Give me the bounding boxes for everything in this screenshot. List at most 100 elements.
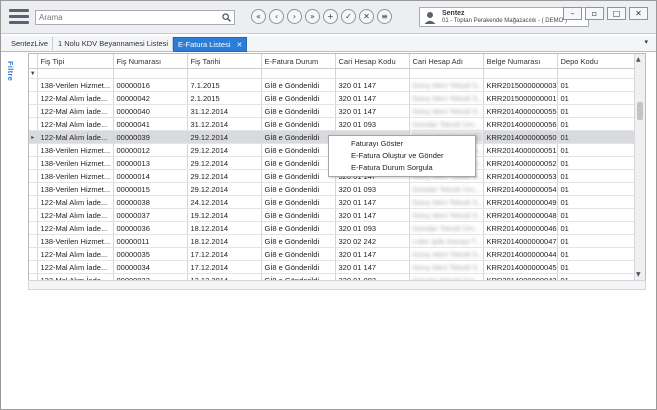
table-cell[interactable]: 00000040 (113, 104, 188, 118)
table-cell[interactable]: Gündar Tekstil Ürn... (409, 117, 484, 131)
table-cell[interactable]: 320 01 147 (335, 260, 410, 274)
table-cell[interactable]: Gİ8 e Gönderildi (261, 247, 336, 261)
table-cell[interactable]: 122-Mal Alım İade... (37, 91, 114, 105)
table-cell[interactable]: 138-Verilen Hizmet... (37, 156, 114, 170)
column-filter-cell[interactable] (261, 68, 336, 79)
table-cell[interactable]: 01 (557, 260, 645, 274)
scroll-up-icon[interactable]: ▲ (636, 56, 641, 63)
menu-item-show-invoice[interactable]: Faturayı Göster (351, 139, 403, 148)
table-cell[interactable]: 138-Verilen Hizmet... (37, 143, 114, 157)
table-cell[interactable]: 00000016 (113, 78, 188, 92)
hamburger-menu-icon[interactable] (9, 8, 29, 26)
column-header[interactable]: Cari Hesap Kodu (335, 54, 410, 69)
table-cell[interactable]: 00000013 (113, 156, 188, 170)
table-cell[interactable]: 29.12.2014 (187, 169, 262, 183)
table-cell[interactable]: 29.12.2014 (187, 182, 262, 196)
table-cell[interactable]: Genç Mert Tekstil S... (409, 208, 484, 222)
maximize-icon[interactable]: □ (607, 7, 626, 20)
table-cell[interactable]: KRR2014000000049 (483, 195, 558, 209)
table-cell[interactable]: Gİ8 e Gönderildi (261, 221, 336, 235)
table-cell[interactable]: 122-Mal Alım İade... (37, 104, 114, 118)
table-cell[interactable]: 320 01 093 (335, 117, 410, 131)
table-cell[interactable]: KRR2014000000044 (483, 247, 558, 261)
table-cell[interactable]: Genç Mert Tekstil S... (409, 91, 484, 105)
table-cell[interactable]: Gİ8 e Gönderildi (261, 143, 336, 157)
list-menu-icon[interactable]: ≡ (377, 9, 392, 24)
table-cell[interactable]: 320 02 242 (335, 234, 410, 248)
table-cell[interactable]: KRR2014000000053 (483, 169, 558, 183)
table-cell[interactable]: 18.12.2014 (187, 221, 262, 235)
vertical-scrollbar[interactable]: ▲ ▼ (634, 54, 645, 280)
table-cell[interactable]: 320 01 147 (335, 208, 410, 222)
menu-item-create-send-efatura[interactable]: E-Fatura Oluştur ve Gönder (351, 151, 444, 160)
table-cell[interactable]: 00000014 (113, 169, 188, 183)
menu-item-query-efatura-status[interactable]: E-Fatura Durum Sorgula (351, 163, 433, 172)
search-input[interactable] (36, 11, 222, 24)
table-cell[interactable]: 138-Verilen Hizmet... (37, 78, 114, 92)
column-header[interactable]: Depo Kodu (557, 54, 645, 69)
table-cell[interactable]: KRR2015000000001 (483, 91, 558, 105)
close-window-icon[interactable]: ✕ (629, 7, 648, 20)
table-cell[interactable]: Gİ8 e Gönderildi (261, 195, 336, 209)
table-cell[interactable]: 19.12.2014 (187, 208, 262, 222)
save-check-icon[interactable]: ✓ (341, 9, 356, 24)
table-cell[interactable]: 00000037 (113, 208, 188, 222)
table-cell[interactable]: 138-Verilen Hizmet... (37, 234, 114, 248)
table-cell[interactable]: 01 (557, 117, 645, 131)
search-icon[interactable] (222, 13, 231, 22)
table-cell[interactable]: 122-Mal Alım İade... (37, 247, 114, 261)
table-cell[interactable]: 18.12.2014 (187, 234, 262, 248)
table-cell[interactable]: Gİ8 e Gönderildi (261, 117, 336, 131)
table-cell[interactable]: Lider İplik Sanayi T... (409, 234, 484, 248)
table-cell[interactable]: 320 01 147 (335, 104, 410, 118)
table-cell[interactable]: KRR2014000000046 (483, 221, 558, 235)
table-cell[interactable]: 01 (557, 156, 645, 170)
table-row[interactable]: 122-Mal Alım İade... 00000040 31.12.2014 Gİ… (29, 104, 645, 118)
table-cell[interactable]: 01 (557, 169, 645, 183)
table-cell[interactable]: 122-Mal Alım İade... (37, 260, 114, 274)
table-row[interactable]: 122-Mal Alım İade... 00000035 17.12.2014 Gİ… (29, 247, 645, 261)
table-row[interactable]: 138-Verilen Hizmet... 00000015 29.12.2014 G… (29, 182, 645, 196)
table-cell[interactable]: 01 (557, 104, 645, 118)
delete-x-icon[interactable]: ✕ (359, 9, 374, 24)
column-filter-cell[interactable] (557, 68, 645, 79)
column-header[interactable]: Cari Hesap Adı (409, 54, 484, 69)
table-cell[interactable]: KRR2014000000045 (483, 260, 558, 274)
table-cell[interactable]: 00000042 (113, 91, 188, 105)
table-cell[interactable]: Gİ8 e Gönderildi (261, 182, 336, 196)
table-cell[interactable]: 29.12.2014 (187, 130, 262, 144)
table-cell[interactable]: 2.1.2015 (187, 91, 262, 105)
next-record-icon[interactable]: › (287, 9, 302, 24)
column-header[interactable]: Fiş Tipi (37, 54, 114, 69)
table-cell[interactable]: KRR2014000000048 (483, 208, 558, 222)
table-row[interactable]: 122-Mal Alım İade... 00000042 2.1.2015 Gİ8 … (29, 91, 645, 105)
table-cell[interactable]: Gündar Tekstil Ürn... (409, 182, 484, 196)
table-cell[interactable]: 138-Verilen Hizmet... (37, 182, 114, 196)
table-cell[interactable]: 00000036 (113, 221, 188, 235)
table-cell[interactable]: 122-Mal Alım İade... (37, 130, 114, 144)
last-record-icon[interactable]: » (305, 9, 320, 24)
table-cell[interactable]: Genç Mert Tekstil S... (409, 260, 484, 274)
table-cell[interactable]: 320 01 147 (335, 91, 410, 105)
table-cell[interactable]: Gİ8 e Gönderildi (261, 156, 336, 170)
column-filter-cell[interactable] (483, 68, 558, 79)
column-header[interactable]: Belge Numarası (483, 54, 558, 69)
table-cell[interactable]: 122-Mal Alım İade... (37, 195, 114, 209)
table-cell[interactable]: Genç Mert Tekstil S... (409, 247, 484, 261)
table-cell[interactable]: 01 (557, 91, 645, 105)
table-cell[interactable]: Gündar Tekstil Ürn... (409, 221, 484, 235)
table-cell[interactable]: KRR2015000000003 (483, 78, 558, 92)
table-cell[interactable]: 00000015 (113, 182, 188, 196)
table-cell[interactable]: Genç Mert Tekstil S... (409, 78, 484, 92)
table-cell[interactable]: 320 01 147 (335, 195, 410, 209)
table-cell[interactable]: KRR2014000000054 (483, 182, 558, 196)
column-filter-cell[interactable] (113, 68, 188, 79)
table-row[interactable]: 122-Mal Alım İade... 00000038 24.12.2014 Gİ… (29, 195, 645, 209)
table-cell[interactable]: KRR2014000000052 (483, 156, 558, 170)
tab-list-dropdown-icon[interactable]: ▾ (644, 38, 648, 46)
table-cell[interactable]: 29.12.2014 (187, 143, 262, 157)
tab-kdv-beyannamesi[interactable]: 1 Nolu KDV Beyannamesi Listesi (54, 37, 174, 50)
table-cell[interactable]: 320 01 147 (335, 247, 410, 261)
table-cell[interactable]: KRR2014000000050 (483, 130, 558, 144)
table-cell[interactable]: 01 (557, 195, 645, 209)
